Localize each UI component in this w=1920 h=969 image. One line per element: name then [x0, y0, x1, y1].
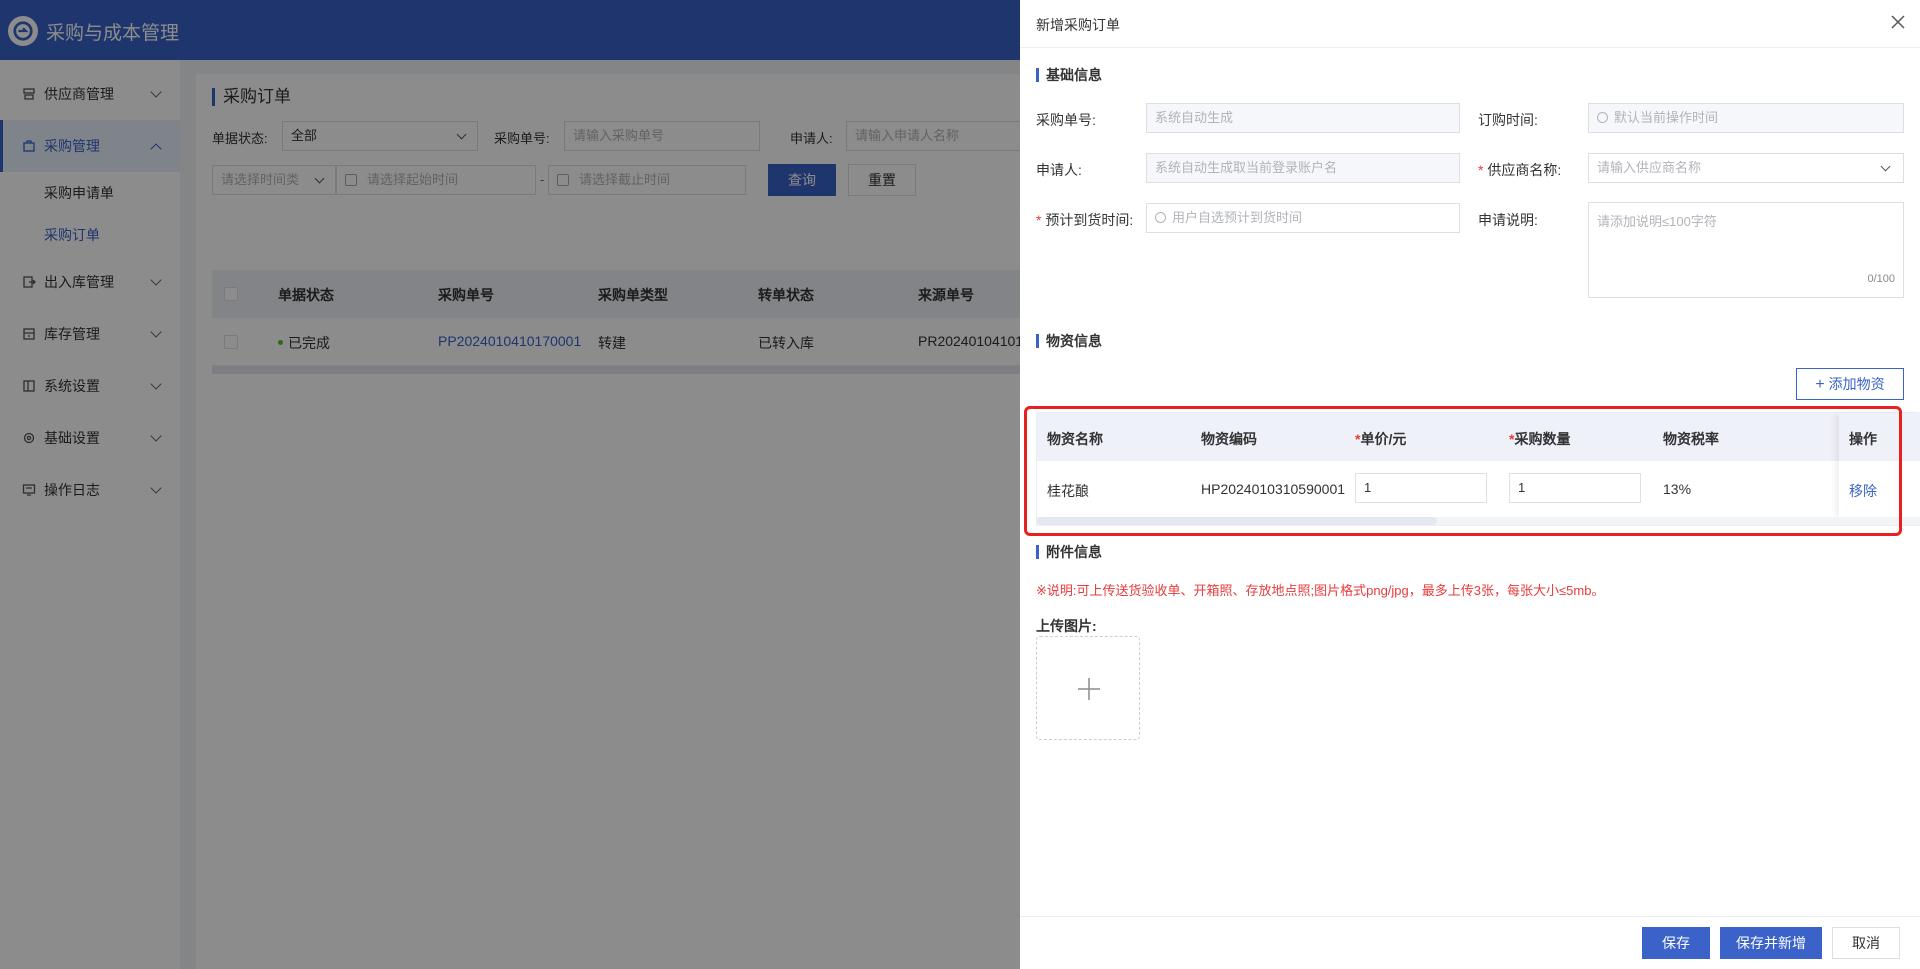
order-time-placeholder: 默认当前操作时间 — [1614, 110, 1719, 125]
upload-note: ※说明:可上传送货验收单、开箱照、存放地点照;图片格式png/jpg，最多上传3… — [1036, 583, 1605, 598]
applicant-field: 系统自动生成取当前登录账户名 — [1146, 153, 1460, 183]
required-mark: * — [1036, 212, 1042, 228]
add-material-label: 添加物资 — [1828, 376, 1885, 392]
cancel-button[interactable]: 取消 — [1832, 927, 1900, 959]
arrival-time-input[interactable]: 用户自选预计到货时间 — [1146, 203, 1460, 233]
drawer-title: 新增采购订单 — [1036, 17, 1120, 33]
supplier-label: * 供应商名称: — [1478, 160, 1561, 180]
remark-placeholder: 请添加说明≤100字符 — [1597, 214, 1717, 229]
close-icon[interactable] — [1890, 14, 1906, 30]
attachment-info-title: 附件信息 — [1036, 545, 1102, 559]
highlight-box — [1024, 406, 1902, 536]
applicant-label: 申请人: — [1036, 162, 1082, 178]
chevron-down-icon — [1880, 161, 1891, 172]
save-and-new-button[interactable]: 保存并新增 — [1720, 927, 1822, 959]
supplier-placeholder: 请输入供应商名称 — [1597, 160, 1702, 175]
supplier-label-text: 供应商名称: — [1487, 162, 1562, 178]
clock-icon — [1155, 212, 1166, 223]
plus-icon — [1078, 678, 1100, 700]
arrival-label-text: 预计到货时间: — [1045, 212, 1134, 228]
save-button[interactable]: 保存 — [1642, 927, 1710, 959]
basic-info-title: 基础信息 — [1036, 68, 1102, 82]
upload-image-button[interactable] — [1036, 636, 1140, 740]
plus-icon: + — [1815, 376, 1825, 393]
new-order-drawer: 新增采购订单 基础信息 采购单号: 系统自动生成 订购时间: 默认当前操作时间 … — [1020, 0, 1920, 969]
remark-label: 申请说明: — [1478, 212, 1538, 228]
remark-counter: 0/100 — [1867, 273, 1895, 285]
material-info-title: 物资信息 — [1036, 334, 1102, 348]
drawer-footer: 保存 保存并新增 取消 — [1020, 916, 1920, 969]
arrival-label: * 预计到货时间: — [1036, 210, 1133, 230]
upload-label: 上传图片: — [1036, 618, 1097, 634]
order-no-field: 系统自动生成 — [1146, 103, 1460, 133]
remark-textarea[interactable]: 请添加说明≤100字符 0/100 — [1588, 202, 1904, 298]
modal-overlay[interactable] — [0, 0, 1020, 969]
order-time-label: 订购时间: — [1478, 112, 1538, 128]
supplier-select[interactable]: 请输入供应商名称 — [1588, 153, 1904, 183]
add-material-button[interactable]: + 添加物资 — [1796, 368, 1904, 400]
order-time-field: 默认当前操作时间 — [1588, 103, 1904, 133]
required-mark: * — [1478, 162, 1484, 178]
drawer-header: 新增采购订单 — [1020, 0, 1920, 48]
order-no-label: 采购单号: — [1036, 112, 1096, 128]
clock-icon — [1597, 112, 1608, 123]
arrival-placeholder: 用户自选预计到货时间 — [1172, 210, 1303, 225]
